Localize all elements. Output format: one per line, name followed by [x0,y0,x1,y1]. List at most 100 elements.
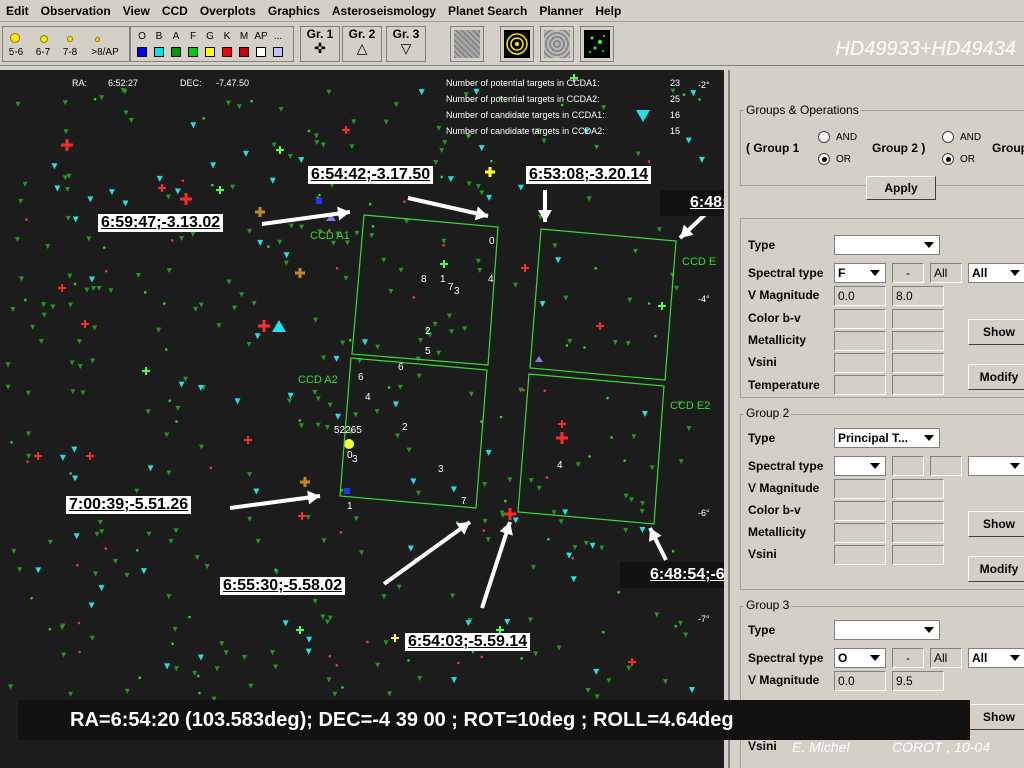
g3-spectral-from-select[interactable]: O [834,648,886,668]
spectral-color-swatch[interactable] [154,47,164,57]
star-number: 3 [438,464,444,475]
g1-spectral-to-field[interactable]: All [930,263,962,283]
ccd-e2-label: CCD E2 [670,400,711,412]
menu-planner[interactable]: Planner [533,4,589,18]
star-marker [10,440,13,444]
g1-modify-button[interactable]: Modify [968,364,1024,390]
g2-vmag-max[interactable] [892,479,944,499]
star-marker [269,177,276,184]
menu-observation[interactable]: Observation [35,4,117,18]
star-marker [26,460,29,463]
menu-planet-search[interactable]: Planet Search [442,4,533,18]
or-radio-1[interactable] [818,153,830,165]
spectral-class-label: B [155,31,163,42]
g3-spectral-all-select[interactable]: All [968,648,1024,668]
chevron-down-icon [870,655,880,661]
coord-label-ccd-a2-bottom-right: 6:55:30;-5.58.02 [220,577,346,595]
star-marker [406,447,412,453]
g2-metal-label: Metallicity [748,525,807,539]
spectral-color-swatch[interactable] [273,47,283,57]
sky-image-button[interactable] [450,26,484,62]
g1-color-max[interactable] [892,309,944,329]
g2-show-button[interactable]: Show [968,511,1024,537]
star-marker [287,392,294,399]
spectral-color-swatch[interactable] [205,47,215,57]
star-marker [255,538,261,544]
g3-vmag-min[interactable]: 0.0 [834,671,886,691]
g1-metal-min[interactable] [834,331,886,351]
star-marker [72,216,79,223]
g2-type-select[interactable]: Principal T... [834,428,940,448]
spectral-legend[interactable]: O B A F G K M AP... [130,26,294,62]
g2-vsini-max[interactable] [892,545,944,565]
spectral-color-swatch[interactable] [171,47,181,57]
g1-metal-max[interactable] [892,331,944,351]
g2-spectral-to-field[interactable] [930,456,962,476]
menu-graphics[interactable]: Graphics [262,4,326,18]
star-field-button[interactable] [580,26,614,62]
ccd-a1-label: CCD A1 [310,230,350,242]
star-marker [353,516,359,522]
star-marker [248,683,254,689]
g3-type-select[interactable] [834,620,940,640]
group-2-button[interactable]: Gr. 2 △ [342,26,382,62]
menu-ccd[interactable]: CCD [156,4,194,18]
star-marker [315,422,321,428]
menu-edit[interactable]: Edit [0,4,35,18]
g2-metal-min[interactable] [834,523,886,543]
g1-spectral-from-select[interactable]: F [834,263,886,283]
star-marker [313,133,319,139]
spectral-color-swatch[interactable] [256,47,266,57]
g3-vmag-max[interactable]: 9.5 [892,671,944,691]
star-marker [87,196,94,203]
star-marker [88,276,95,283]
g2-vmag-min[interactable] [834,479,886,499]
g1-vmag-min[interactable]: 0.0 [834,286,886,306]
spectral-color-swatch[interactable] [222,47,232,57]
g1-temp-min[interactable] [834,375,886,395]
g1-color-min[interactable] [834,309,886,329]
g3-spectral-to-field[interactable]: All [930,648,962,668]
g2-modify-button[interactable]: Modify [968,556,1024,582]
menu-overplots[interactable]: Overplots [194,4,262,18]
g2-spectral-all-select[interactable] [968,456,1024,476]
star-marker [93,97,97,101]
magnitude-legend[interactable]: 5-6 6-7 7-8 >8/AP [2,26,130,62]
group-3-button[interactable]: Gr. 3 ▽ [386,26,426,62]
g1-temp-max[interactable] [892,375,944,395]
spectral-color-swatch[interactable] [137,47,147,57]
menu-help[interactable]: Help [589,4,627,18]
g2-vsini-min[interactable] [834,545,886,565]
and-radio-2[interactable] [942,131,954,143]
g1-show-button[interactable]: Show [968,319,1024,345]
and-radio-1[interactable] [818,131,830,143]
g2-spectral-from-select[interactable] [834,456,886,476]
or-radio-2[interactable] [942,153,954,165]
g1-vsini-max[interactable] [892,353,944,373]
star-marker [381,257,387,263]
star-marker [73,282,77,286]
g2-metal-max[interactable] [892,523,944,543]
star-marker [565,344,569,347]
g1-vsini-min[interactable] [834,353,886,373]
menu-view[interactable]: View [117,4,156,18]
menu-asteroseismology[interactable]: Asteroseismology [326,4,442,18]
star-marker [682,93,686,97]
spectral-color-swatch[interactable] [188,47,198,57]
texture-view-button[interactable] [540,26,574,62]
apply-button[interactable]: Apply [866,176,936,200]
target-view-button[interactable] [500,26,534,62]
sky-map[interactable]: RA: 6:52:27 DEC: -7.47.50 Number of pote… [0,70,724,768]
star-marker [198,691,201,695]
group-1-button[interactable]: Gr. 1 ✜ [300,26,340,62]
g1-type-select[interactable] [834,235,940,255]
author-label: E. Michel [792,739,850,755]
g1-vmag-max[interactable]: 8.0 [892,286,944,306]
g2-color-max[interactable] [892,501,944,521]
spectral-color-swatch[interactable] [239,47,249,57]
g3-show-button[interactable]: Show [968,704,1024,730]
star-marker [282,620,289,627]
g2-color-min[interactable] [834,501,886,521]
star-marker [344,488,350,494]
g1-spectral-all-select[interactable]: All [968,263,1024,283]
